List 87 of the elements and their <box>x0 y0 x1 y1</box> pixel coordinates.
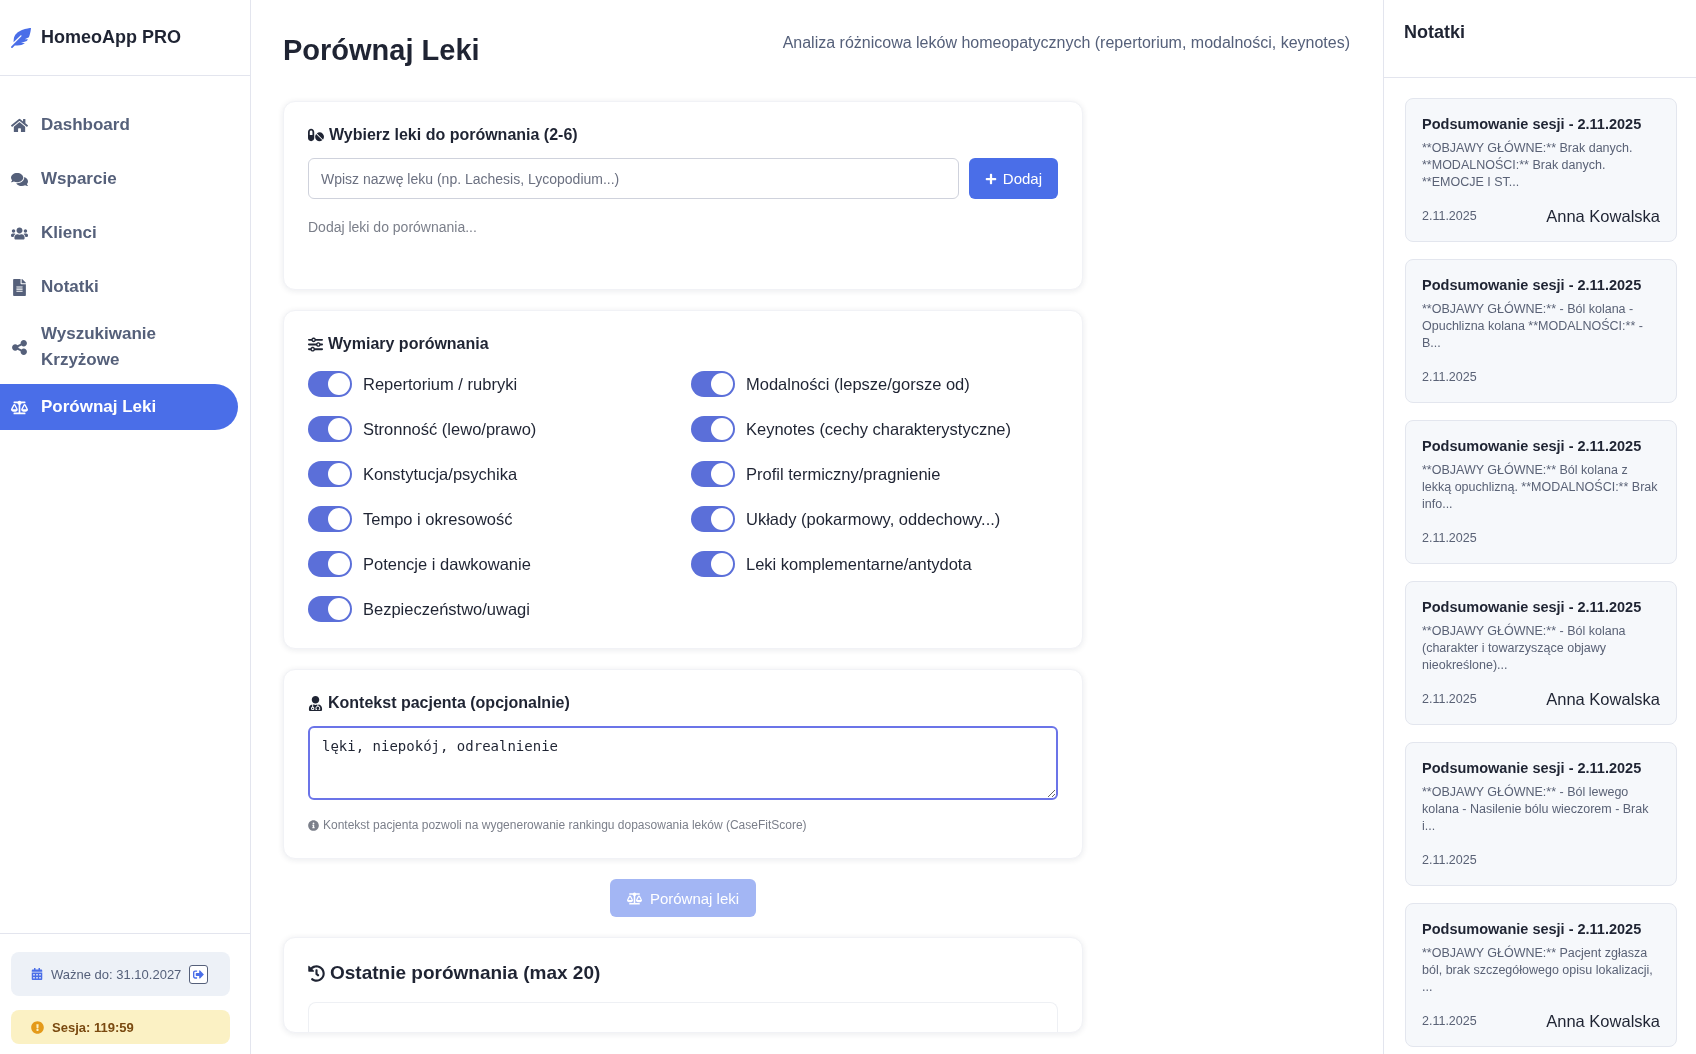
note-date: 2.11.2025 <box>1422 531 1477 545</box>
toggle-switch[interactable] <box>691 371 735 397</box>
nav-item[interactable]: Notatki <box>0 264 238 310</box>
note-author: Anna Kowalska <box>1546 206 1660 226</box>
note-title: Podsumowanie sesji - 2.11.2025 <box>1422 599 1643 615</box>
note-card[interactable]: Podsumowanie sesji - 2.11.2025 **OBJAWY GŁÓWNE:** Ból kolana z lekką opuchlizną. **MODALNOŚCI:** Brak info... 2.11.2025 <box>1405 420 1677 564</box>
note-card[interactable]: Podsumowanie sesji - 2.11.2025 **OBJAWY GŁÓWNE:** Brak danych. **MODALNOŚCI:** Brak danych. **EMOCJE I ST... 2.11.2025 Anna Kowalska <box>1405 98 1677 242</box>
toggle-label: Tempo i okresowość <box>363 509 513 529</box>
toggle-switch[interactable] <box>691 461 735 487</box>
page-title: Porównaj Leki <box>283 34 480 67</box>
note-card[interactable]: Podsumowanie sesji - 2.11.2025 **OBJAWY GŁÓWNE:** - Ból lewego kolana - Nasilenie bólu wieczorem - Brak i... 2.11.2025 <box>1405 742 1677 886</box>
toggle-label: Stronność (lewo/prawo) <box>363 419 537 439</box>
card-title: Wybierz leki do porównania (2-6) <box>329 126 578 144</box>
toggle-switch[interactable] <box>308 596 352 622</box>
nav-item[interactable]: Klienci <box>0 210 238 256</box>
note-title: Podsumowanie sesji - 2.11.2025 <box>1422 438 1643 454</box>
plus-icon <box>984 172 997 185</box>
nav-item[interactable]: Wsparcie <box>0 156 238 202</box>
note-card[interactable]: Podsumowanie sesji - 2.11.2025 **OBJAWY GŁÓWNE:** Pacjent zgłasza ból, brak szczegółowego opisu lokalizacji, ... 2.11.2025 Anna Kowalska <box>1405 903 1677 1047</box>
card-title: Ostatnie porównania (max 20) <box>330 962 601 984</box>
toggle-label: Potencje i dawkowanie <box>363 554 531 574</box>
doctor-icon <box>308 695 323 711</box>
empty-hint: Dodaj leki do porównania... <box>308 219 478 235</box>
scales-icon <box>626 890 642 906</box>
leaf-logo-icon <box>11 27 31 48</box>
toggle-switch[interactable] <box>308 416 352 442</box>
nav-item[interactable]: Porównaj Leki <box>0 384 238 430</box>
validity-text: Ważne do: 31.10.2027 <box>51 966 182 982</box>
nav-item[interactable]: Dashboard <box>0 102 238 148</box>
pills-icon <box>308 127 324 143</box>
toggle-switch[interactable] <box>691 416 735 442</box>
home-icon <box>11 116 28 134</box>
remedy-input[interactable]: Wpisz nazwę leku (np. Lachesis, Lycopodium...) <box>308 158 959 199</box>
nav-item[interactable]: Wyszukiwanie Krzyżowe <box>0 318 238 376</box>
sliders-icon <box>308 336 323 352</box>
note-date: 2.11.2025 <box>1422 209 1477 223</box>
toggle-label: Keynotes (cechy charakterystyczne) <box>746 419 1012 439</box>
nodes-icon <box>11 338 28 356</box>
toggle-switch[interactable] <box>308 461 352 487</box>
document-icon <box>11 278 28 296</box>
app-name: HomeoApp PRO <box>41 27 181 48</box>
chat-bubbles-icon <box>11 170 28 188</box>
note-body: **OBJAWY GŁÓWNE:** - Ból lewego kolana - Nasilenie bólu wieczorem - Brak i... <box>1422 784 1650 835</box>
note-title: Podsumowanie sesji - 2.11.2025 <box>1422 277 1643 293</box>
note-body: **OBJAWY GŁÓWNE:** - Ból kolana - Opuchlizna kolana **MODALNOŚCI:** - B... <box>1422 301 1644 352</box>
history-icon <box>308 964 325 982</box>
note-author: Anna Kowalska <box>1546 689 1660 709</box>
logout-button[interactable] <box>189 964 209 984</box>
note-body: **OBJAWY GŁÓWNE:** Ból kolana z lekką opuchlizną. **MODALNOŚCI:** Brak info... <box>1422 462 1659 513</box>
note-title: Podsumowanie sesji - 2.11.2025 <box>1422 116 1643 132</box>
note-author: Anna Kowalska <box>1546 1011 1660 1031</box>
note-title: Podsumowanie sesji - 2.11.2025 <box>1422 760 1643 776</box>
toggle-label: Układy (pokarmowy, oddechowy...) <box>746 509 1001 529</box>
note-title: Podsumowanie sesji - 2.11.2025 <box>1422 921 1643 937</box>
page-subtitle: Analiza różnicowa leków homeopatycznych (repertorium, modalności, keynotes) <box>782 33 1350 52</box>
logout-icon <box>193 968 205 980</box>
note-card[interactable]: Podsumowanie sesji - 2.11.2025 **OBJAWY GŁÓWNE:** - Ból kolana (charakter i towarzyszące objawy nieokreślone)... 2.11.2025 Anna Kowalska <box>1405 581 1677 725</box>
toggle-label: Repertorium / rubryki <box>363 374 518 394</box>
toggle-switch[interactable] <box>308 506 352 532</box>
note-body: **OBJAWY GŁÓWNE:** Brak danych. **MODALNOŚCI:** Brak danych. **EMOCJE I ST... <box>1422 140 1634 191</box>
context-hint: Kontekst pacjenta pozwoli na wygenerowanie rankingu dopasowania leków (CaseFitScore) <box>323 818 807 832</box>
session-timer: Sesja: 119:59 <box>52 1019 134 1035</box>
note-date: 2.11.2025 <box>1422 370 1477 384</box>
add-button[interactable]: Dodaj <box>968 158 1058 199</box>
toggle-switch[interactable] <box>308 371 352 397</box>
note-body: **OBJAWY GŁÓWNE:** - Ból kolana (charakter i towarzyszące objawy nieokreślone)... <box>1422 623 1627 674</box>
toggle-switch[interactable] <box>691 506 735 532</box>
note-date: 2.11.2025 <box>1422 853 1477 867</box>
scales-icon <box>11 398 28 416</box>
note-card[interactable]: Podsumowanie sesji - 2.11.2025 **OBJAWY GŁÓWNE:** - Ból kolana - Opuchlizna kolana **MODALNOŚCI:** - B... 2.11.2025 <box>1405 259 1677 403</box>
toggle-label: Bezpieczeństwo/uwagi <box>363 599 530 619</box>
note-date: 2.11.2025 <box>1422 1014 1477 1028</box>
card-title: Wymiary porównania <box>328 335 489 353</box>
toggle-switch[interactable] <box>308 551 352 577</box>
toggle-label: Profil termiczny/pragnienie <box>746 464 941 484</box>
toggle-label: Leki komplementarne/antydota <box>746 554 972 574</box>
calendar-icon <box>31 968 43 980</box>
note-date: 2.11.2025 <box>1422 692 1477 706</box>
toggle-label: Konstytucja/psychika <box>363 464 518 484</box>
note-body: **OBJAWY GŁÓWNE:** Pacjent zgłasza ból, brak szczegółowego opisu lokalizacji, ... <box>1422 945 1654 996</box>
context-textarea[interactable]: lęki, niepokój, odrealnienie <box>308 726 1058 800</box>
card-title: Kontekst pacjenta (opcjonalnie) <box>328 694 570 712</box>
toggle-switch[interactable] <box>691 551 735 577</box>
info-icon <box>308 819 319 831</box>
warning-icon <box>31 1020 44 1034</box>
toggle-label: Modalności (lepsze/gorsze od) <box>746 374 970 394</box>
panel-title: Notatki <box>1404 22 1466 43</box>
